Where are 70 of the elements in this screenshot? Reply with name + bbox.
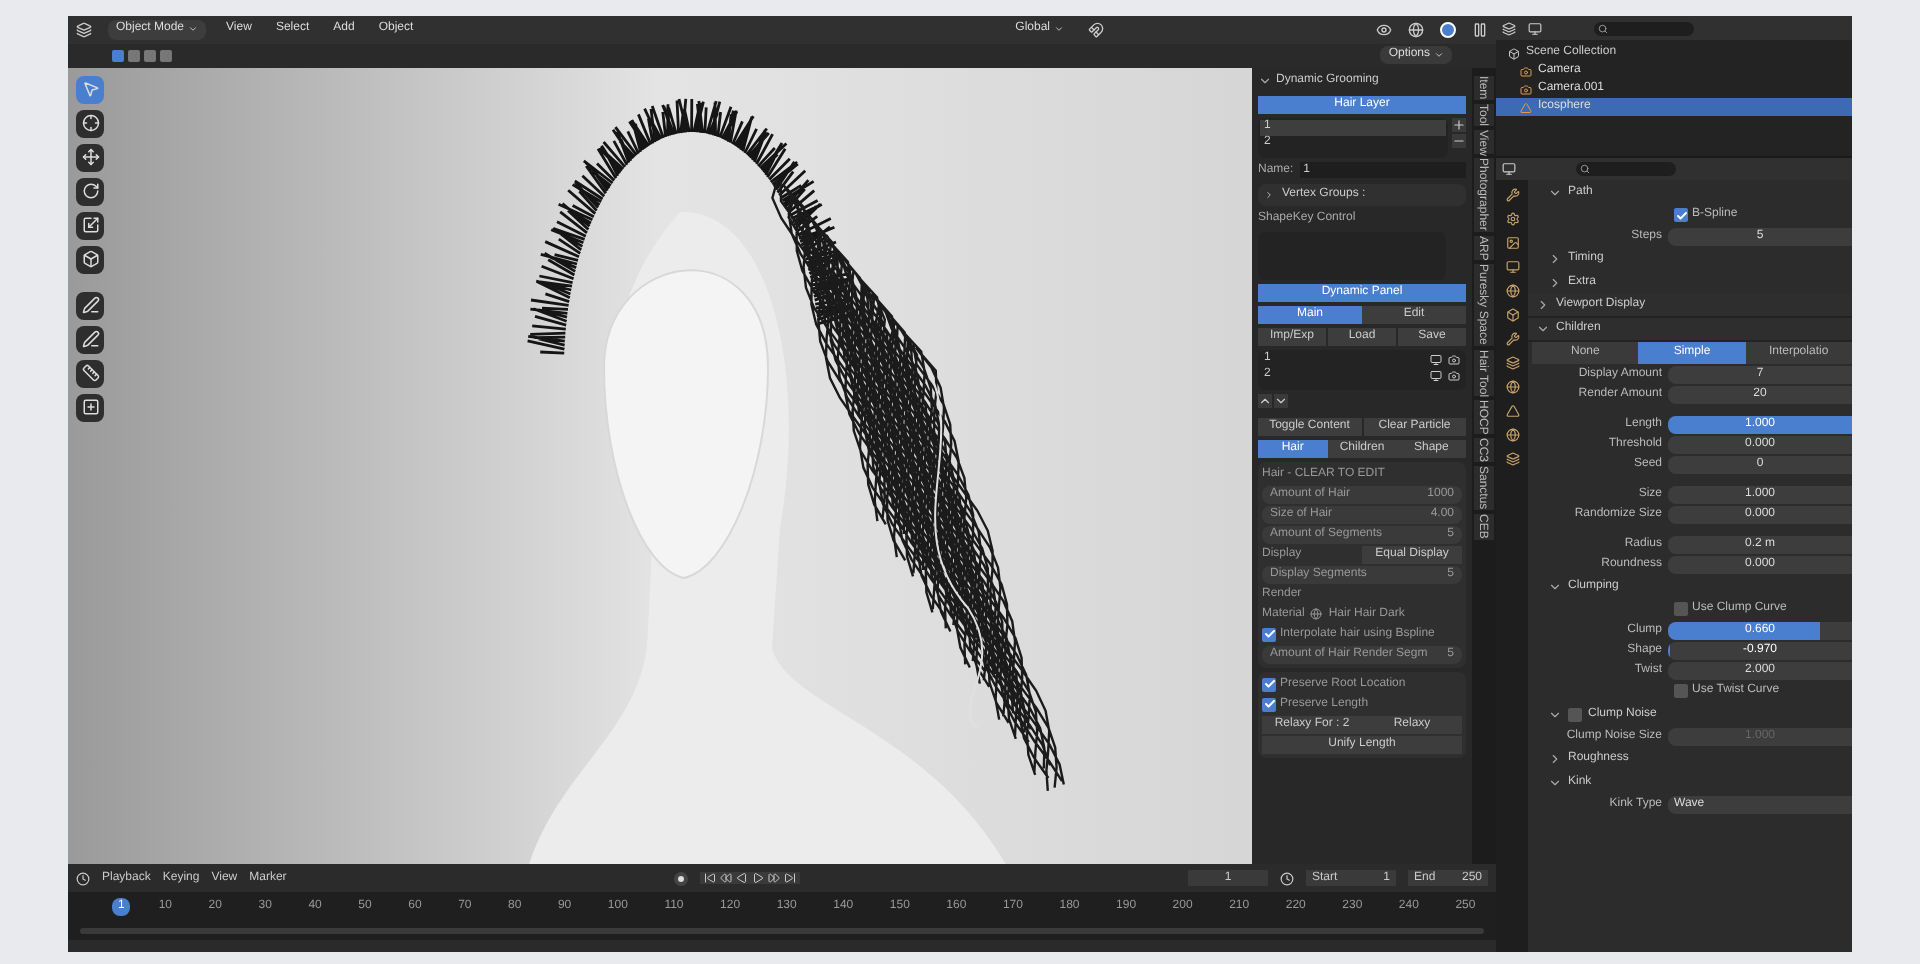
search-icon [1580,164,1590,174]
checkbox[interactable] [1674,684,1688,698]
camera-icon[interactable] [1448,353,1460,366]
display-mode-icon[interactable] [1528,21,1542,35]
editor-type-icon[interactable] [76,871,90,885]
caret-icon [1434,50,1444,61]
move-icon[interactable] [76,143,104,172]
shading-mode-icon[interactable] [1440,21,1456,38]
caret-icon [188,24,199,35]
editor-type-icon[interactable] [76,21,92,38]
chevron-down-icon [1258,74,1272,89]
checkbox[interactable] [1262,697,1276,712]
stopwatch-icon[interactable] [1280,871,1295,885]
properties-tab-icon[interactable] [1505,332,1519,346]
collection-icon [1508,47,1520,59]
properties-tab-icon[interactable] [1505,428,1519,442]
caret-icon [1054,24,1064,35]
add-icon[interactable] [1452,117,1466,132]
properties-tab-icon[interactable] [1505,308,1519,322]
checkbox[interactable] [1674,602,1688,616]
cursor-icon[interactable] [76,109,104,138]
add-cube-icon[interactable] [76,393,104,422]
move-down-icon[interactable] [1274,393,1288,408]
material-icon [1310,608,1323,621]
checkbox[interactable] [1262,677,1276,692]
shading-icon[interactable] [1408,21,1424,38]
remove-icon[interactable] [1452,133,1466,148]
camera-icon[interactable] [1448,369,1460,382]
checkbox[interactable] [1262,627,1276,642]
chevron-right-icon [1264,189,1274,200]
search-field[interactable] [1576,162,1676,176]
snap-icon[interactable] [1088,21,1104,38]
properties-tab-icon[interactable] [1505,260,1519,274]
properties-tab-icon[interactable] [1505,356,1519,370]
pen-icon[interactable] [76,291,104,320]
search-icon [1598,23,1608,33]
visibility-icon[interactable] [1376,21,1392,38]
rotate-icon[interactable] [76,177,104,206]
chevron-down-icon [1548,707,1562,721]
chevron-down-icon [1536,322,1550,336]
monitor-icon[interactable] [1430,353,1442,366]
search-field[interactable] [1594,21,1694,35]
chevron-down-icon [1548,185,1562,199]
properties-tab-icon[interactable] [1505,380,1519,394]
scale-icon[interactable] [76,211,104,240]
viewport-canvas[interactable] [68,67,1252,864]
properties-tab-icon[interactable] [1505,404,1519,418]
pause-icon[interactable] [1472,21,1488,38]
record-icon[interactable] [674,871,689,885]
cube-icon[interactable] [76,245,104,274]
editor-type-icon[interactable] [1502,21,1516,35]
properties-tab-icon[interactable] [1505,188,1519,202]
properties-tab-icon[interactable] [1505,212,1519,226]
monitor-icon[interactable] [1430,369,1442,382]
checkbox[interactable] [1674,208,1688,222]
chevron-right-icon [1548,751,1562,765]
editor-type-icon[interactable] [1502,162,1516,176]
properties-tab-icon[interactable] [1505,452,1519,466]
playback-controls-drawing[interactable] [700,872,801,884]
chevron-down-icon [1548,775,1562,789]
pen-icon[interactable] [76,325,104,354]
properties-tab-icon[interactable] [1505,284,1519,298]
camera-icon [1520,65,1532,77]
ruler-icon[interactable] [76,359,104,388]
mesh-icon [1520,101,1532,113]
move-up-icon[interactable] [1258,393,1272,408]
chevron-down-icon [1548,579,1562,593]
checkbox[interactable] [1568,707,1582,721]
camera-icon [1520,83,1532,95]
properties-tab-icon[interactable] [1505,236,1519,250]
